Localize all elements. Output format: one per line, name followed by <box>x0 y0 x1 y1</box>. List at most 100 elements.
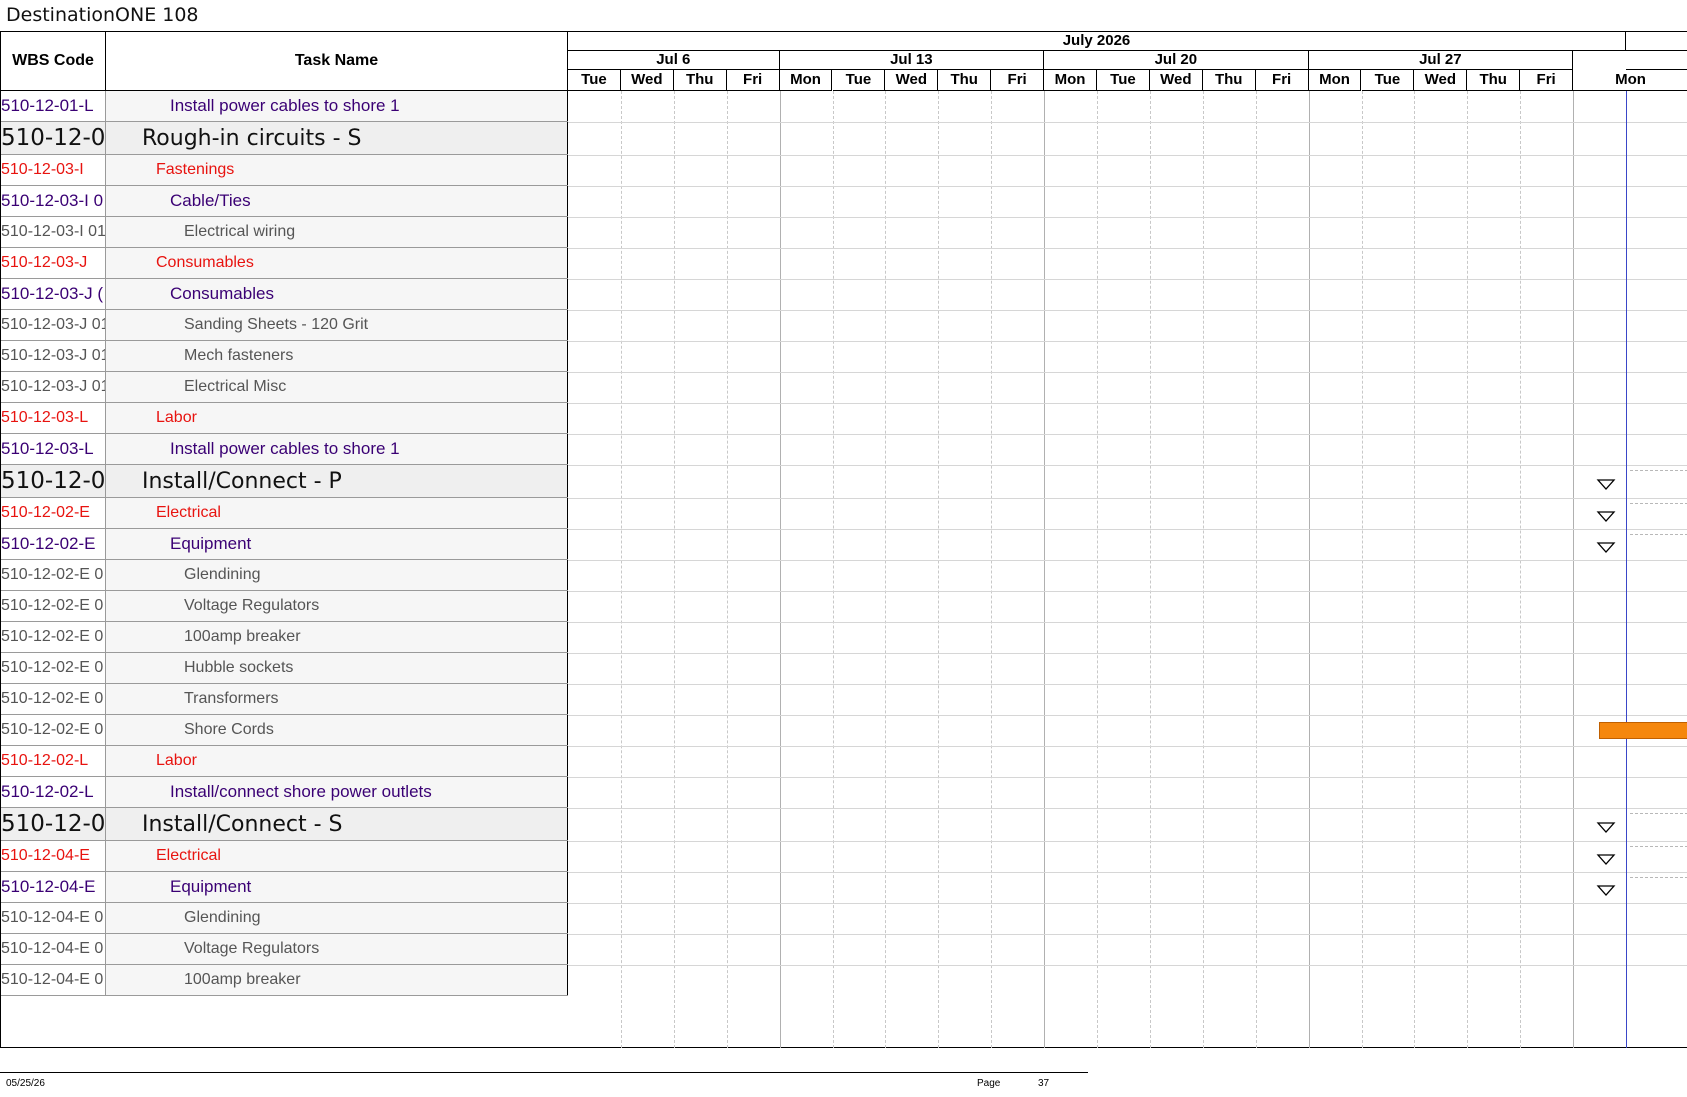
table-row[interactable]: 510-12-02-E 0 Glendining <box>1 560 568 591</box>
task-name-cell: Consumables <box>106 279 568 309</box>
timeline-day-header: Wed <box>1414 70 1468 91</box>
task-name-cell: Install/Connect - P <box>106 465 568 497</box>
wbs-code-header-label: WBS Code <box>12 52 94 69</box>
summary-extension-line <box>1630 534 1687 535</box>
table-row[interactable]: 510-12-03-J 01 Mech fasteners <box>1 341 568 372</box>
gantt-day-gridline <box>1573 91 1575 1048</box>
task-bar[interactable] <box>1599 722 1687 739</box>
task-name-cell: Sanding Sheets - 120 Grit <box>106 310 568 340</box>
timeline-day-header: Tue <box>832 70 886 91</box>
footer-page-label: Page <box>977 1078 1001 1089</box>
task-name-cell: Fastenings <box>106 155 568 185</box>
wbs-code-header[interactable]: WBS Code <box>1 32 106 91</box>
table-row[interactable]: 510-12-04-E 0 Voltage Regulators <box>1 934 568 965</box>
gantt-day-gridline <box>938 91 940 1048</box>
task-name-cell: Electrical Misc <box>106 372 568 402</box>
timeline-day-header: Thu <box>1202 70 1256 91</box>
table-row[interactable]: 510-12-03-L Install power cables to shore… <box>1 434 568 465</box>
table-row[interactable]: 510-12-04Install/Connect - S <box>1 808 568 841</box>
gantt-row-gridline <box>568 122 1687 123</box>
task-name-cell: Install/Connect - S <box>106 808 568 840</box>
gantt-row-gridline <box>568 684 1687 685</box>
table-row[interactable]: 510-12-03-L Labor <box>1 403 568 434</box>
table-row[interactable]: 510-12-01-L Install power cables to shore… <box>1 91 568 122</box>
timeline-day-header: Mon <box>1044 70 1097 91</box>
task-name-cell: 100amp breaker <box>106 622 568 652</box>
wbs-code-cell: 510-12-04-E <box>1 872 106 902</box>
table-row[interactable]: 510-12-02-L Labor <box>1 746 568 777</box>
gantt-chart-area[interactable] <box>568 91 1687 1048</box>
summary-triangle-icon[interactable] <box>1596 541 1616 554</box>
gantt-row-gridline <box>568 155 1687 156</box>
table-row[interactable]: 510-12-02-E 0 Voltage Regulators <box>1 591 568 622</box>
summary-triangle-icon[interactable] <box>1596 853 1616 866</box>
gantt-day-gridline <box>1308 91 1310 1048</box>
task-name-cell: Glendining <box>106 903 568 933</box>
table-row[interactable]: 510-12-04-E 0 Glendining <box>1 903 568 934</box>
summary-triangle-icon[interactable] <box>1596 478 1616 491</box>
timeline-day-header: Mon <box>779 70 833 91</box>
table-row[interactable]: 510-12-03Rough-in circuits - S <box>1 122 568 155</box>
table-row[interactable]: 510-12-03-J 01 Sanding Sheets - 120 Grit <box>1 310 568 341</box>
summary-triangle-icon[interactable] <box>1596 884 1616 897</box>
table-row[interactable]: 510-12-03-J (Consumables <box>1 279 568 310</box>
gantt-row-gridline <box>568 746 1687 747</box>
timeline-week-header: Jul 6 <box>568 51 780 70</box>
wbs-code-cell: 510-12-02-E 0 <box>1 591 106 621</box>
summary-extension-line <box>1630 877 1687 878</box>
summary-extension-line <box>1630 503 1687 504</box>
table-row[interactable]: 510-12-03-I Fastenings <box>1 155 568 186</box>
table-row[interactable]: 510-12-02Install/Connect - P <box>1 465 568 498</box>
timeline-day-header: Mon <box>1573 70 1687 91</box>
timeline-month-header-next <box>1626 32 1687 51</box>
task-name-cell: Mech fasteners <box>106 341 568 371</box>
summary-extension-line <box>1630 470 1687 471</box>
wbs-code-cell: 510-12-02 <box>1 465 106 497</box>
wbs-code-cell: 510-12-04 <box>1 808 106 840</box>
gantt-day-gridline <box>991 91 993 1048</box>
timeline-day-header: Mon <box>1308 70 1362 91</box>
wbs-code-cell: 510-12-03-J 01 <box>1 310 106 340</box>
task-name-cell: Install power cables to shore 1 <box>106 91 568 121</box>
table-row[interactable]: 510-12-02-E 0 Shore Cords <box>1 715 568 746</box>
wbs-code-cell: 510-12-03-L <box>1 403 106 433</box>
task-name-cell: Equipment <box>106 872 568 902</box>
table-row[interactable]: 510-12-03-J 01 Electrical Misc <box>1 372 568 403</box>
wbs-code-cell: 510-12-02-E 0 <box>1 560 106 590</box>
table-row[interactable]: 510-12-04-E 0 100amp breaker <box>1 965 568 996</box>
table-row[interactable]: 510-12-02-E Equipment <box>1 529 568 560</box>
summary-extension-line <box>1630 846 1687 847</box>
gantt-row-gridline <box>568 903 1687 904</box>
table-row[interactable]: 510-12-03-I 0 Cable/Ties <box>1 186 568 217</box>
timeline-week-header: Jul 27 <box>1308 51 1574 70</box>
gantt-row-gridline <box>568 498 1687 499</box>
task-name-cell: Cable/Ties <box>106 186 568 216</box>
table-row[interactable]: 510-12-02-E Electrical <box>1 498 568 529</box>
summary-triangle-icon[interactable] <box>1596 821 1616 834</box>
table-row[interactable]: 510-12-02-L Install/connect shore power o… <box>1 777 568 808</box>
gantt-row-gridline <box>568 310 1687 311</box>
wbs-code-cell: 510-12-02-L <box>1 746 106 776</box>
gantt-day-gridline <box>673 91 675 1048</box>
wbs-code-cell: 510-12-04-E <box>1 841 106 871</box>
table-row[interactable]: 510-12-04-E Electrical <box>1 841 568 872</box>
gantt-row-gridline <box>568 434 1687 435</box>
table-row[interactable]: 510-12-04-E Equipment <box>1 872 568 903</box>
gantt-day-gridline <box>1149 91 1151 1048</box>
table-row[interactable]: 510-12-03-I 01 Electrical wiring <box>1 217 568 248</box>
table-row[interactable]: 510-12-02-E 0 Hubble sockets <box>1 653 568 684</box>
task-name-header[interactable]: Task Name <box>106 32 568 91</box>
gantt-row-gridline <box>568 872 1687 873</box>
gantt-row-gridline <box>568 341 1687 342</box>
gantt-row-gridline <box>568 777 1687 778</box>
wbs-code-cell: 510-12-02-L <box>1 777 106 807</box>
table-row[interactable]: 510-12-03-J Consumables <box>1 248 568 279</box>
table-row[interactable]: 510-12-02-E 0 Transformers <box>1 684 568 715</box>
table-row[interactable]: 510-12-02-E 0 100amp breaker <box>1 622 568 653</box>
summary-triangle-icon[interactable] <box>1596 510 1616 523</box>
footer-divider <box>0 1072 1088 1073</box>
gantt-row-gridline <box>568 591 1687 592</box>
task-name-cell: Install/connect shore power outlets <box>106 777 568 807</box>
status-date-line <box>1626 91 1627 1048</box>
timeline-day-header: Thu <box>938 70 992 91</box>
